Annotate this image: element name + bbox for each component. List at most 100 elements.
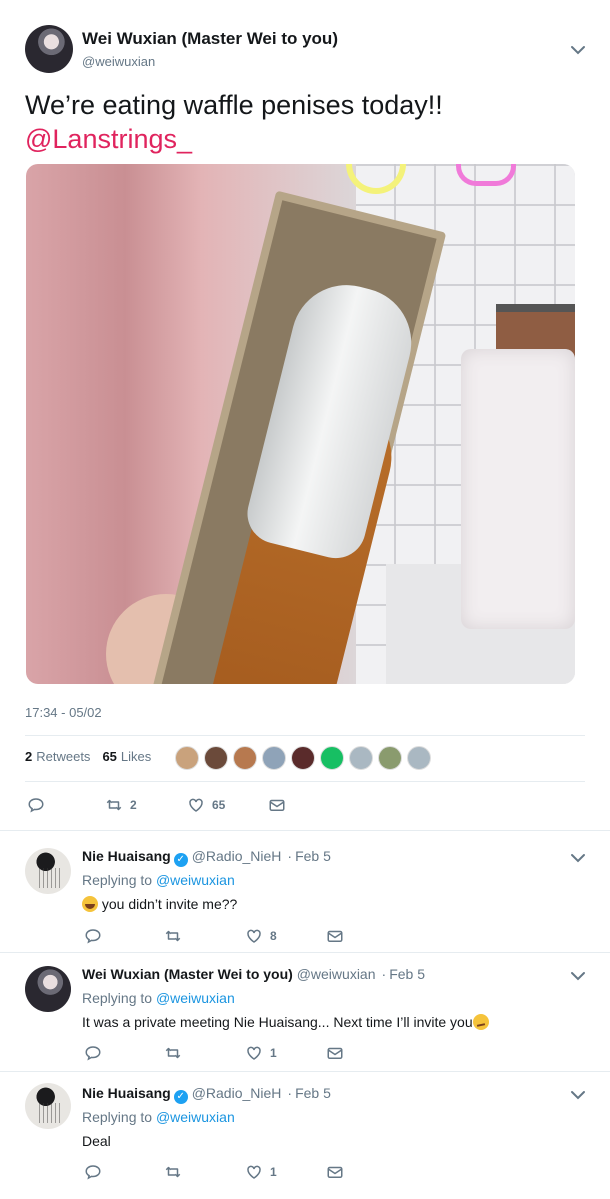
reply-author-name[interactable]: Nie Huaisang bbox=[82, 1085, 171, 1101]
photo-fur bbox=[461, 349, 575, 629]
liker-avatar[interactable] bbox=[378, 746, 402, 770]
replying-to-link[interactable]: @weiwuxian bbox=[156, 1109, 235, 1125]
replying-to-link[interactable]: @weiwuxian bbox=[156, 872, 235, 888]
likers-avatars bbox=[175, 746, 436, 770]
reply-tweet[interactable]: Wei Wuxian (Master Wei to you) @weiwuxia… bbox=[0, 952, 610, 1070]
separator-dot: · bbox=[287, 848, 293, 864]
photo-neon-pink bbox=[456, 164, 516, 186]
dm-button[interactable] bbox=[268, 796, 286, 814]
like-count: 65 bbox=[212, 798, 226, 812]
retweets-label: Retweets bbox=[36, 749, 91, 764]
tweet-stats: 2 Retweets 65 Likes bbox=[25, 749, 163, 764]
dm-icon bbox=[327, 1166, 343, 1178]
reply-text-row: you didn’t invite me?? bbox=[82, 896, 237, 912]
author-handle[interactable]: @weiwuxian bbox=[82, 54, 155, 69]
reply-avatar[interactable] bbox=[25, 848, 71, 894]
retweet-icon bbox=[165, 1047, 181, 1059]
reply-author-handle[interactable]: @Radio_NieH bbox=[192, 848, 282, 864]
liker-avatar[interactable] bbox=[320, 746, 344, 770]
replying-to: Replying to @weiwuxian bbox=[82, 872, 235, 888]
dm-button[interactable] bbox=[326, 1163, 344, 1181]
reply-text: you didn’t invite me?? bbox=[101, 896, 238, 912]
liker-avatar[interactable] bbox=[291, 746, 315, 770]
retweet-button[interactable] bbox=[164, 927, 182, 945]
replying-to-link[interactable]: @weiwuxian bbox=[156, 990, 235, 1006]
dm-button[interactable] bbox=[326, 927, 344, 945]
reply-button[interactable] bbox=[84, 1044, 102, 1062]
smirk-emoji-icon bbox=[472, 1014, 489, 1030]
replying-to: Replying to @weiwuxian bbox=[82, 990, 235, 1006]
reply-header: Nie Huaisang ✓ @Radio_NieH · Feb 5 bbox=[82, 1085, 331, 1104]
chevron-down-icon[interactable] bbox=[568, 1085, 588, 1105]
separator-dot: · bbox=[381, 966, 387, 982]
dm-icon bbox=[269, 799, 285, 811]
tweet-mention-link[interactable]: @Lanstrings_ bbox=[25, 122, 585, 156]
tweet-photo[interactable] bbox=[26, 164, 575, 684]
reply-author-name[interactable]: Nie Huaisang bbox=[82, 848, 171, 864]
reply-icon bbox=[85, 1165, 101, 1180]
replying-to: Replying to @weiwuxian bbox=[82, 1109, 235, 1125]
retweets-count: 2 bbox=[25, 749, 33, 764]
separator-dot: · bbox=[287, 1085, 293, 1101]
reply-header: Nie Huaisang ✓ @Radio_NieH · Feb 5 bbox=[82, 848, 331, 867]
liker-avatar[interactable] bbox=[407, 746, 431, 770]
replying-label: Replying to bbox=[82, 990, 153, 1006]
reply-date[interactable]: Feb 5 bbox=[295, 848, 331, 864]
reply-button[interactable] bbox=[84, 927, 102, 945]
liker-avatar[interactable] bbox=[349, 746, 373, 770]
divider bbox=[25, 781, 585, 782]
like-button[interactable]: 8 bbox=[245, 927, 277, 945]
chevron-down-icon[interactable] bbox=[568, 40, 588, 60]
reply-tweet[interactable]: Nie Huaisang ✓ @Radio_NieH · Feb 5 Replying … bbox=[0, 1071, 610, 1199]
reply-date[interactable]: Feb 5 bbox=[389, 966, 425, 982]
verified-icon: ✓ bbox=[173, 1090, 188, 1104]
like-count: 8 bbox=[270, 929, 277, 943]
retweet-button[interactable]: 2 bbox=[105, 796, 137, 814]
reply-icon bbox=[28, 798, 44, 813]
like-button[interactable]: 1 bbox=[245, 1163, 277, 1181]
likes-label: Likes bbox=[120, 749, 152, 764]
reply-avatar[interactable] bbox=[25, 966, 71, 1012]
reply-text-row: Deal bbox=[82, 1133, 111, 1149]
like-button[interactable]: 65 bbox=[187, 796, 225, 814]
liker-avatar[interactable] bbox=[233, 746, 257, 770]
reply-icon bbox=[85, 1046, 101, 1061]
reply-text: It was a private meeting Nie Huaisang...… bbox=[82, 1014, 473, 1030]
like-button[interactable]: 1 bbox=[245, 1044, 277, 1062]
author-avatar[interactable] bbox=[25, 25, 73, 73]
tweet-text-block: We’re eating waffle penises today!! @Lan… bbox=[25, 88, 585, 156]
dm-icon bbox=[327, 1047, 343, 1059]
like-icon bbox=[247, 1165, 261, 1179]
chevron-down-icon[interactable] bbox=[568, 966, 588, 986]
reply-author-name[interactable]: Wei Wuxian (Master Wei to you) bbox=[82, 966, 293, 982]
reply-author-handle[interactable]: @weiwuxian bbox=[297, 966, 376, 982]
retweets-stat[interactable]: 2 Retweets bbox=[25, 749, 90, 764]
author-name[interactable]: Wei Wuxian (Master Wei to you) bbox=[82, 29, 338, 49]
like-icon bbox=[247, 929, 261, 943]
likes-count: 65 bbox=[102, 749, 117, 764]
tweet-timestamp[interactable]: 17:34 - 05/02 bbox=[25, 705, 102, 720]
retweet-button[interactable] bbox=[164, 1163, 182, 1181]
like-count: 1 bbox=[270, 1046, 277, 1060]
reply-button[interactable] bbox=[84, 1163, 102, 1181]
liker-avatar[interactable] bbox=[262, 746, 286, 770]
reply-tweet[interactable]: Nie Huaisang ✓ @Radio_NieH · Feb 5 Replying … bbox=[0, 830, 610, 950]
liker-avatar[interactable] bbox=[175, 746, 199, 770]
chevron-down-icon[interactable] bbox=[568, 848, 588, 868]
like-icon bbox=[189, 798, 203, 812]
replying-label: Replying to bbox=[82, 1109, 153, 1125]
dm-icon bbox=[327, 930, 343, 942]
replying-label: Replying to bbox=[82, 872, 153, 888]
retweet-icon bbox=[106, 799, 122, 811]
reply-avatar[interactable] bbox=[25, 1083, 71, 1129]
retweet-icon bbox=[165, 1166, 181, 1178]
reply-button[interactable] bbox=[27, 796, 45, 814]
laughing-emoji-icon bbox=[82, 896, 98, 912]
like-count: 1 bbox=[270, 1165, 277, 1179]
likes-stat[interactable]: 65 Likes bbox=[102, 749, 151, 764]
dm-button[interactable] bbox=[326, 1044, 344, 1062]
reply-author-handle[interactable]: @Radio_NieH bbox=[192, 1085, 282, 1101]
retweet-button[interactable] bbox=[164, 1044, 182, 1062]
liker-avatar[interactable] bbox=[204, 746, 228, 770]
reply-date[interactable]: Feb 5 bbox=[295, 1085, 331, 1101]
